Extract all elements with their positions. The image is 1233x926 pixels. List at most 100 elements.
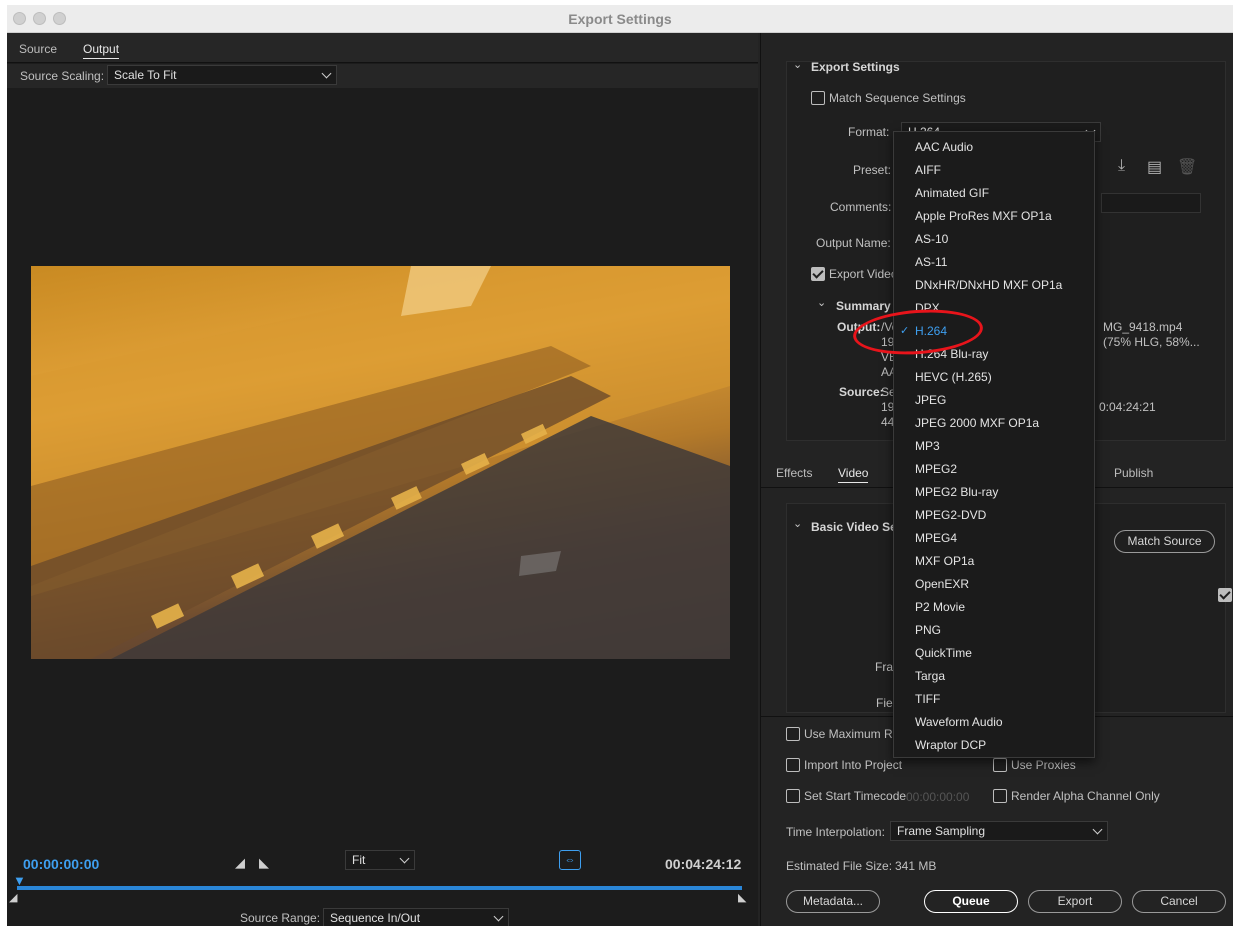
time-interpolation-label: Time Interpolation: [786,825,885,839]
start-timecode-value[interactable]: 00:00:00:00 [906,790,969,804]
set-start-timecode-checkbox[interactable] [786,789,800,803]
chevron-down-icon [493,911,504,922]
format-menu-item[interactable]: MPEG2 [894,462,1094,480]
format-menu-item-label: Wraptor DCP [915,738,987,752]
summary-title: Summary [836,299,891,313]
video-preview [31,266,730,659]
format-menu-item-label: HEVC (H.265) [915,370,992,384]
use-max-render-checkbox[interactable] [786,727,800,741]
time-interpolation-dropdown[interactable]: Frame Sampling [890,821,1108,841]
source-scaling-value: Scale To Fit [114,68,177,82]
chevron-down-icon[interactable]: ⌄ [793,517,802,530]
queue-button[interactable]: Queue [924,890,1018,913]
source-scaling-row: Source Scaling: Scale To Fit [7,64,758,88]
format-menu-item[interactable]: HEVC (H.265) [894,370,1094,388]
in-point-icon[interactable]: ◢ [9,891,17,904]
tab-publish[interactable]: Publish [1114,466,1153,480]
format-menu-item-label: PNG [915,623,942,637]
use-proxies-checkbox[interactable] [993,758,1007,772]
output-name-value[interactable]: MG_9418.mp4 [1103,320,1182,334]
format-menu-item-label: MP3 [915,439,940,453]
cancel-button[interactable]: Cancel [1132,890,1226,913]
match-sequence-label: Match Sequence Settings [829,91,966,105]
format-menu-item[interactable]: Waveform Audio [894,715,1094,733]
tab-output[interactable]: Output [83,42,120,59]
format-menu-item-label: JPEG [915,393,947,407]
time-interpolation-value: Frame Sampling [897,824,986,838]
out-point-icon[interactable]: ◣ [738,891,746,904]
format-menu-item[interactable]: AIFF [894,163,1094,181]
format-menu-item[interactable]: MPEG4 [894,531,1094,549]
mark-out-icon[interactable]: ◣ [259,855,269,871]
format-menu-item[interactable]: Animated GIF [894,186,1094,204]
import-preset-icon[interactable]: ▤ [1147,157,1162,177]
mark-in-icon[interactable]: ◢ [235,855,245,871]
export-video-label: Export Video [829,267,898,281]
format-menu-item[interactable]: AAC Audio [894,140,1094,158]
source-scaling-dropdown[interactable]: Scale To Fit [107,65,337,85]
export-video-checkbox[interactable] [811,267,825,281]
format-menu-item[interactable]: JPEG 2000 MXF OP1a [894,416,1094,434]
format-menu-item-label: AAC Audio [915,140,974,154]
format-menu-item[interactable]: Targa [894,669,1094,687]
chevron-down-icon[interactable]: ⌄ [793,58,802,71]
preview-tabs: Source Output [7,33,758,63]
format-menu-item[interactable]: MP3 [894,439,1094,457]
format-menu-item[interactable]: PNG [894,623,1094,641]
format-menu-item-label: QuickTime [915,646,972,660]
format-menu-item-label: AS-11 [915,255,948,269]
source-range-label: Source Range: [240,911,321,925]
timeline-track[interactable] [17,886,742,890]
metadata-button[interactable]: Metadata... [786,890,880,913]
comments-input[interactable] [1101,193,1201,213]
format-menu-item-label: AS-10 [915,232,949,246]
format-menu-item[interactable]: DNxHR/DNxHD MXF OP1a [894,278,1094,296]
render-alpha-checkbox[interactable] [993,789,1007,803]
import-into-project-checkbox[interactable] [786,758,800,772]
source-range-dropdown[interactable]: Sequence In/Out [323,908,509,926]
format-menu-item-label: AIFF [915,163,941,177]
source-range-value: Sequence In/Out [330,911,421,925]
format-menu-item-label: MPEG2 [915,462,958,476]
format-menu-item-label: Animated GIF [915,186,990,200]
chevron-down-icon [1092,824,1103,835]
playhead-icon[interactable]: ▼ [13,873,26,888]
tab-effects[interactable]: Effects [776,466,812,480]
format-menu-item[interactable]: MXF OP1a [894,554,1094,572]
format-menu-item[interactable]: TIFF [894,692,1094,710]
timeline-controls: 00:00:00:00 ◢ ◣ Fit ⇔ 00:04:24:12 ▼ ◢ ◣ … [7,841,758,926]
format-menu-item-label: DNxHR/DNxHD MXF OP1a [915,278,1063,292]
match-source-button[interactable]: Match Source [1114,530,1215,553]
export-button[interactable]: Export [1028,890,1122,913]
format-menu-item[interactable]: MPEG2 Blu-ray [894,485,1094,503]
source-scaling-label: Source Scaling: [20,69,105,83]
format-menu-item[interactable]: P2 Movie [894,600,1094,618]
format-menu-item[interactable]: JPEG [894,393,1094,411]
tab-video[interactable]: Video [838,466,869,483]
format-menu-item[interactable]: Apple ProRes MXF OP1a [894,209,1094,227]
format-menu-item-label: Targa [915,669,946,683]
format-menu-item[interactable]: QuickTime [894,646,1094,664]
comments-label: Comments: [830,200,892,214]
match-sequence-checkbox[interactable] [811,91,825,105]
timecode-in[interactable]: 00:00:00:00 [23,856,99,872]
format-menu-item[interactable]: AS-10 [894,232,1094,250]
save-preset-icon[interactable]: ⤓ [1118,157,1125,175]
format-menu-item[interactable]: Wraptor DCP [894,738,1094,756]
width-checkbox[interactable] [1218,588,1233,602]
export-settings-title: Export Settings [811,60,900,74]
tab-source[interactable]: Source [19,42,57,56]
zoom-fit-dropdown[interactable]: Fit [345,850,415,870]
format-menu-item[interactable]: AS-11 [894,255,1094,273]
format-menu-item-label: MPEG2 Blu-ray [915,485,999,499]
chevron-down-icon[interactable]: ⌄ [817,296,826,309]
format-menu-item-label: Waveform Audio [915,715,1003,729]
format-menu-item[interactable]: MPEG2-DVD [894,508,1094,526]
format-menu-item[interactable]: OpenEXR [894,577,1094,595]
format-menu-item-label: JPEG 2000 MXF OP1a [915,416,1040,430]
format-menu-item-label: OpenEXR [915,577,970,591]
source-label: Source: [839,385,884,399]
aspect-ratio-correction-icon[interactable]: ⇔ [559,850,581,870]
delete-preset-icon[interactable]: 🗑 [1177,157,1197,177]
window-title: Export Settings [568,11,672,27]
